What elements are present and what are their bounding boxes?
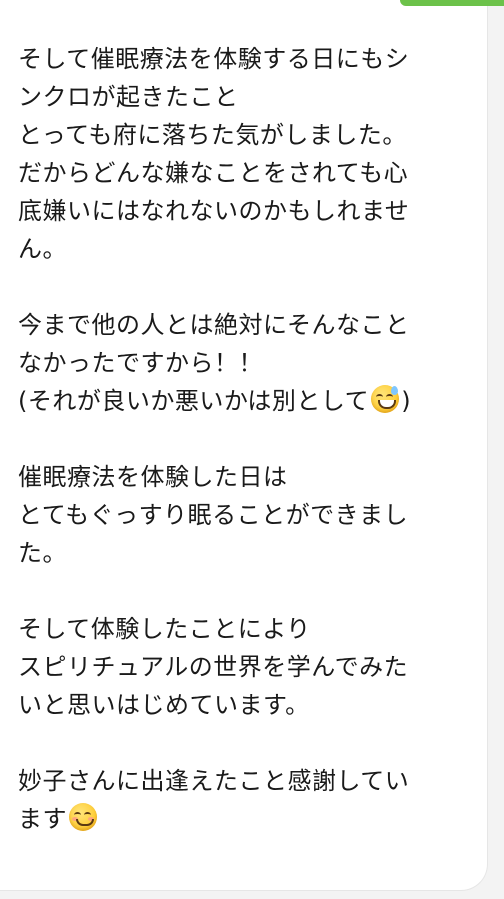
message-line: スピリチュアルの世界を学んでみた [18, 653, 409, 681]
message-line: ンクロが起きたこと [18, 83, 239, 111]
message-text-before-emoji: ます [18, 805, 67, 833]
accent-bar [400, 0, 504, 6]
message-line: ん。 [18, 235, 67, 263]
message-line: そして体験したことにより [18, 615, 311, 643]
message-line: 催眠療法を体験した日は [18, 463, 288, 491]
message-line: とてもぐっすり眠ることができまし [18, 501, 409, 529]
message-paragraph-3: 催眠療法を体験した日は とてもぐっすり眠ることができまし た。 [18, 458, 468, 572]
message-text-before-emoji: (それが良いか悪いかは別として [18, 387, 370, 415]
message-line: だからどんな嫌なことをされても心 [18, 159, 409, 187]
message-paragraph-5: 妙子さんに出逢えたこと感謝してい ます [18, 762, 468, 838]
chat-screen: そして催眠療法を体験する日にもシ ンクロが起きたこと とっても府に落ちた気がしま… [0, 0, 504, 899]
message-line: なかったですから！！ [18, 349, 263, 377]
smiling-face-icon [69, 803, 97, 831]
message-line: 妙子さんに出逢えたこと感謝してい [18, 767, 410, 795]
message-text-after-emoji: ) [401, 387, 412, 415]
message-line: いと思いはじめています。 [18, 691, 310, 719]
message-text: そして催眠療法を体験する日にもシ ンクロが起きたこと とっても府に落ちた気がしま… [18, 40, 468, 838]
message-line: た。 [18, 539, 67, 567]
message-line: そして催眠療法を体験する日にもシ [18, 45, 410, 73]
message-paragraph-1: そして催眠療法を体験する日にもシ ンクロが起きたこと とっても府に落ちた気がしま… [18, 40, 468, 268]
message-line-with-emoji: ます [18, 800, 468, 838]
grinning-face-with-sweat-icon [371, 385, 400, 413]
message-line: 底嫌いにはなれないのかもしれませ [18, 197, 410, 225]
message-paragraph-4: そして体験したことにより スピリチュアルの世界を学んでみた いと思いはじめていま… [18, 610, 468, 724]
message-line-with-emoji: (それが良いか悪いかは別として) [18, 382, 468, 420]
message-paragraph-2: 今まで他の人とは絶対にそんなこと なかったですから！！ (それが良いか悪いかは別… [18, 306, 468, 420]
message-line: とっても府に落ちた気がしました。 [18, 121, 407, 149]
message-line: 今まで他の人とは絶対にそんなこと [18, 311, 410, 339]
